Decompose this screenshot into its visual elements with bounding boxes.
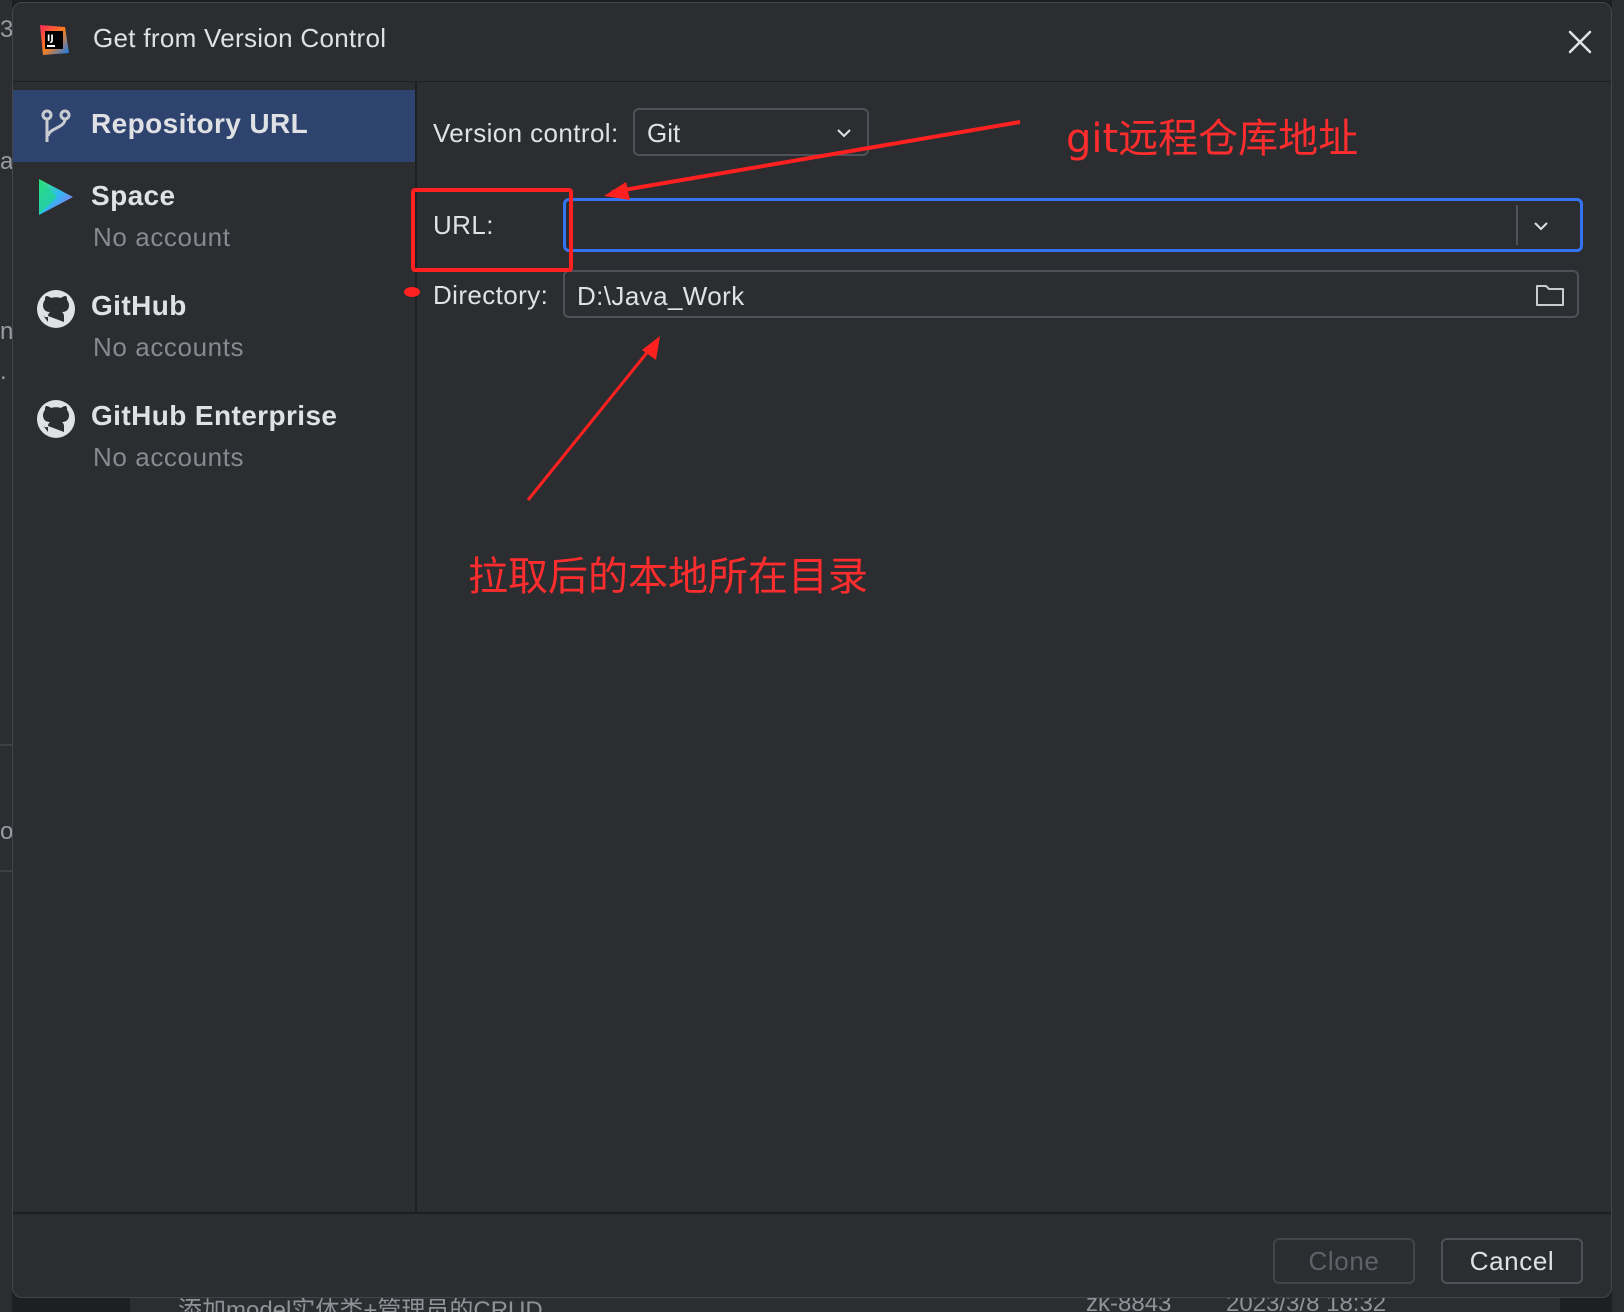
directory-field[interactable] bbox=[563, 270, 1579, 318]
chevron-down-icon bbox=[837, 129, 851, 138]
sidebar-item-label: GitHub bbox=[91, 290, 187, 321]
sidebar-item-github[interactable]: GitHub No accounts bbox=[13, 280, 415, 380]
vcs-source-sidebar: Repository URL Space No account GitHub N… bbox=[13, 82, 417, 1212]
background-commit-time: 2023/3/8 18:32 bbox=[1226, 1298, 1387, 1312]
clone-button[interactable]: Clone bbox=[1273, 1238, 1415, 1284]
background-ide-right-edge bbox=[1612, 0, 1624, 1312]
dialog-footer: Clone Cancel bbox=[13, 1212, 1611, 1297]
get-from-vcs-dialog: IJ Get from Version Control Repository U… bbox=[12, 2, 1612, 1298]
sidebar-item-subtitle: No accounts bbox=[93, 332, 245, 362]
directory-input[interactable] bbox=[575, 276, 1479, 316]
sidebar-item-subtitle: No accounts bbox=[93, 442, 245, 472]
background-commit-author: zk-8843 bbox=[1086, 1298, 1172, 1312]
space-logo-icon bbox=[39, 179, 73, 215]
vcs-branch-icon bbox=[41, 109, 71, 142]
sidebar-item-label: Space bbox=[91, 180, 176, 211]
version-control-value: Git bbox=[647, 118, 681, 148]
background-commit-message: 添加model实体类+管理员的CRUD bbox=[178, 1298, 543, 1312]
repository-url-form: Version control: Git URL: Directory: bbox=[417, 82, 1611, 1212]
dialog-title: Get from Version Control bbox=[93, 23, 387, 53]
intellij-logo-icon: IJ bbox=[40, 25, 69, 55]
url-dropdown-separator bbox=[1516, 205, 1518, 245]
directory-label: Directory: bbox=[433, 280, 549, 310]
sidebar-item-repository-url[interactable]: Repository URL bbox=[13, 90, 415, 162]
dialog-titlebar: IJ Get from Version Control bbox=[13, 3, 1611, 82]
background-divider bbox=[0, 744, 12, 746]
url-annotation-text: git远程仓库地址 bbox=[1066, 116, 1359, 162]
sidebar-item-label: Repository URL bbox=[91, 108, 309, 139]
background-ide-left-edge: 3 a n . o bbox=[0, 0, 13, 1312]
close-icon[interactable] bbox=[1563, 25, 1597, 59]
chevron-down-icon[interactable] bbox=[1532, 217, 1550, 235]
url-input[interactable] bbox=[574, 207, 1498, 247]
sidebar-item-subtitle: No account bbox=[93, 222, 231, 252]
version-control-dropdown[interactable]: Git bbox=[633, 108, 869, 156]
svg-text:IJ: IJ bbox=[47, 34, 54, 44]
sidebar-item-github-enterprise[interactable]: GitHub Enterprise No accounts bbox=[13, 390, 415, 490]
background-divider bbox=[0, 870, 12, 872]
url-highlight-box bbox=[411, 188, 573, 272]
cancel-button[interactable]: Cancel bbox=[1441, 1238, 1583, 1284]
background-commit-row: 添加model实体类+管理员的CRUD zk-8843 2023/3/8 18:… bbox=[130, 1298, 1560, 1312]
github-icon bbox=[37, 290, 75, 328]
version-control-label: Version control: bbox=[433, 118, 619, 148]
folder-icon[interactable] bbox=[1535, 282, 1565, 308]
sidebar-item-label: GitHub Enterprise bbox=[91, 400, 338, 431]
github-icon bbox=[37, 400, 75, 438]
url-combobox[interactable] bbox=[563, 198, 1583, 252]
sidebar-item-space[interactable]: Space No account bbox=[13, 170, 415, 270]
directory-annotation-text: 拉取后的本地所在目录 bbox=[468, 554, 868, 600]
